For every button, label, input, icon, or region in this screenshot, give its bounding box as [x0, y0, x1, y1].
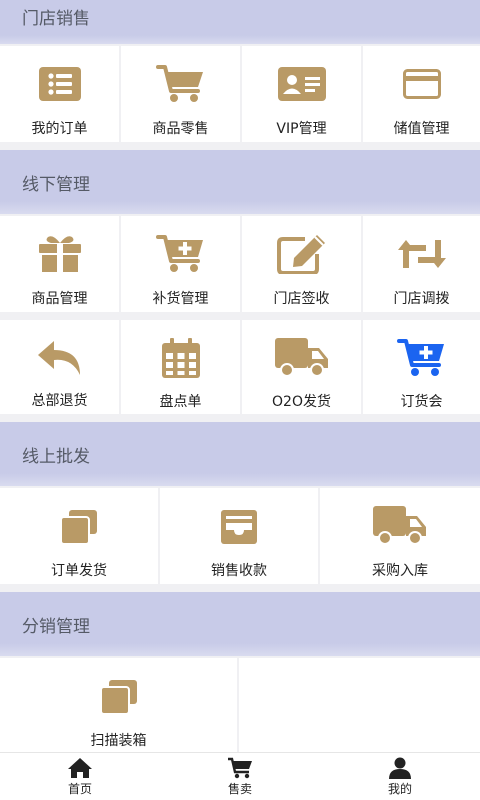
scan-packing-button[interactable]: 扫描装箱: [0, 658, 239, 752]
button-label: 盘点单: [159, 394, 202, 410]
section-header-distribution: 分销管理: [0, 592, 480, 656]
section-header-offline: 线下管理: [0, 150, 480, 214]
section-title: 分销管理: [22, 616, 90, 637]
button-label: 采购入库: [372, 563, 428, 579]
button-label: VIP管理: [276, 121, 327, 137]
button-label: 补货管理: [152, 291, 209, 307]
section-title: 线下管理: [22, 174, 90, 195]
stored-value-button[interactable]: 储值管理: [363, 46, 480, 142]
order-shipping-button[interactable]: 订单发货: [0, 488, 158, 584]
vip-management-button[interactable]: VIP管理: [242, 46, 361, 142]
store-transfer-button[interactable]: 门店调拨: [363, 216, 480, 312]
purchase-stock-in-button[interactable]: 采购入库: [320, 488, 480, 584]
bottom-tab-bar: 首页 售卖 我的: [0, 752, 480, 800]
button-label: 储值管理: [393, 121, 450, 137]
tab-label: 售卖: [227, 781, 252, 796]
edit-icon: [276, 235, 325, 274]
gift-icon: [38, 236, 81, 272]
section-title: 线上批发: [22, 446, 90, 467]
hq-return-button[interactable]: 总部退货: [0, 320, 119, 414]
order-list-icon: [38, 67, 81, 101]
button-label: O2O发货: [272, 394, 331, 410]
button-label: 商品管理: [31, 291, 88, 307]
transfer-icon: [397, 240, 446, 268]
o2o-shipping-button[interactable]: O2O发货: [242, 320, 361, 414]
my-orders-button[interactable]: 我的订单: [0, 46, 119, 142]
truck-icon: [274, 338, 328, 377]
order-fair-button[interactable]: 订货会: [363, 320, 480, 414]
sales-collection-button[interactable]: 销售收款: [160, 488, 318, 584]
user-icon: [389, 757, 411, 779]
button-label: 商品零售: [152, 121, 209, 137]
tab-label: 首页: [67, 781, 92, 796]
tab-home[interactable]: 首页: [0, 753, 160, 800]
button-label: 订货会: [400, 394, 443, 410]
button-label: 门店调拨: [393, 291, 450, 307]
section-title: 门店销售: [22, 8, 90, 29]
button-label: 我的订单: [31, 121, 88, 137]
product-management-button[interactable]: 商品管理: [0, 216, 119, 312]
retail-button[interactable]: 商品零售: [121, 46, 240, 142]
cart-add-icon: [155, 235, 203, 272]
section-header-store-sales: 门店销售: [0, 0, 480, 44]
copy-icon: [100, 680, 137, 714]
button-label: 订单发货: [51, 563, 107, 579]
tab-me[interactable]: 我的: [320, 753, 480, 800]
home-icon: [68, 757, 92, 778]
inbox-icon: [221, 510, 257, 544]
truck-icon: [373, 506, 426, 545]
button-label: 总部退货: [31, 393, 88, 409]
reply-arrow-icon: [37, 341, 80, 375]
cart-add-blue-icon: [396, 339, 444, 376]
section-header-online: 线上批发: [0, 422, 480, 486]
shopping-cart-icon: [228, 757, 252, 778]
tab-label: 我的: [387, 781, 412, 796]
button-label: 门店签收: [273, 291, 330, 307]
button-label: 扫描装箱: [90, 733, 147, 749]
credit-card-icon: [402, 69, 441, 99]
tab-sell[interactable]: 售卖: [160, 753, 320, 800]
inventory-count-button[interactable]: 盘点单: [121, 320, 240, 414]
replenishment-button[interactable]: 补货管理: [121, 216, 240, 312]
calendar-icon: [161, 338, 200, 378]
shopping-cart-icon: [155, 65, 203, 102]
store-receipt-button[interactable]: 门店签收: [242, 216, 361, 312]
id-card-icon: [277, 67, 326, 101]
button-label: 销售收款: [211, 563, 267, 579]
empty-cell: [239, 658, 480, 752]
copy-icon: [61, 510, 97, 544]
